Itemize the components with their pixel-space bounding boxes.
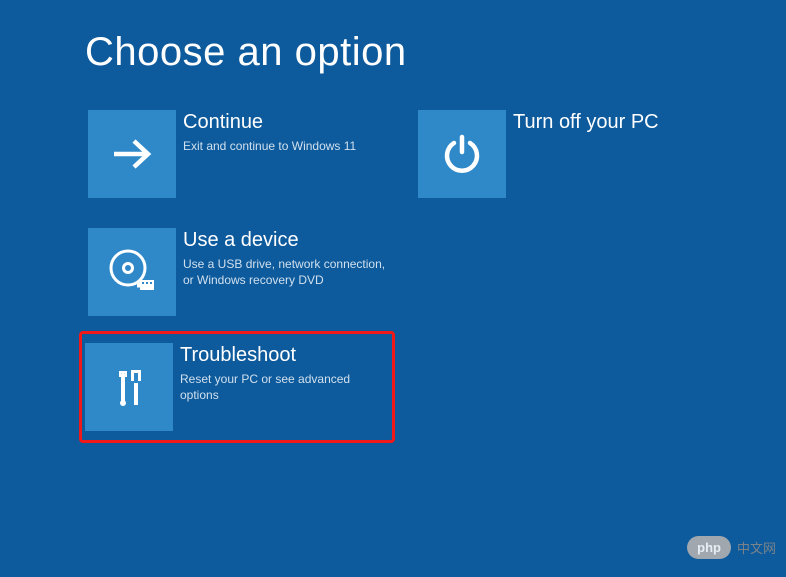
option-continue-desc: Exit and continue to Windows 11 xyxy=(183,138,356,154)
option-troubleshoot[interactable]: Troubleshoot Reset your PC or see advanc… xyxy=(79,331,395,443)
page-title: Choose an option xyxy=(85,30,701,75)
option-turn-off-title: Turn off your PC xyxy=(513,110,659,134)
options-grid: Continue Exit and continue to Windows 11 xyxy=(85,107,701,443)
option-use-device[interactable]: Use a device Use a USB drive, network co… xyxy=(85,225,395,319)
watermark-badge: php xyxy=(687,536,731,559)
option-continue[interactable]: Continue Exit and continue to Windows 11 xyxy=(85,107,395,201)
arrow-right-icon xyxy=(88,110,176,198)
option-use-device-desc: Use a USB drive, network connection, or … xyxy=(183,256,392,288)
option-troubleshoot-text: Troubleshoot Reset your PC or see advanc… xyxy=(180,343,384,403)
tools-icon xyxy=(85,343,173,431)
option-turn-off-text: Turn off your PC xyxy=(513,110,659,138)
option-troubleshoot-title: Troubleshoot xyxy=(180,343,384,367)
disc-usb-icon xyxy=(88,228,176,316)
watermark-text: 中文网 xyxy=(737,538,776,557)
option-use-device-title: Use a device xyxy=(183,228,392,252)
options-column-left: Continue Exit and continue to Windows 11 xyxy=(85,107,395,443)
option-troubleshoot-desc: Reset your PC or see advanced options xyxy=(180,371,384,403)
recovery-screen: Choose an option Continue Exit and conti… xyxy=(0,0,786,473)
option-continue-title: Continue xyxy=(183,110,356,134)
watermark: php 中文网 xyxy=(687,536,776,559)
option-use-device-text: Use a device Use a USB drive, network co… xyxy=(183,228,392,288)
options-column-right: Turn off your PC xyxy=(415,107,695,443)
option-continue-text: Continue Exit and continue to Windows 11 xyxy=(183,110,356,154)
option-turn-off[interactable]: Turn off your PC xyxy=(415,107,695,201)
power-icon xyxy=(418,110,506,198)
